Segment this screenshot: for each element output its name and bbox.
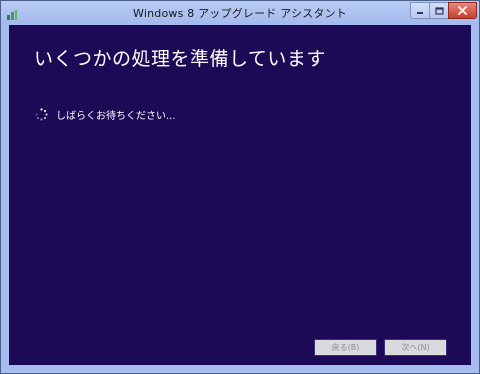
loading-spinner-icon [35, 106, 48, 121]
wizard-content: いくつかの処理を準備しています しばらくお待ちください... 戻る(B) 次へ(… [9, 25, 471, 365]
minimize-button[interactable] [410, 2, 430, 19]
title-bar[interactable]: Windows 8 アップグレード アシスタント [1, 1, 479, 25]
back-button[interactable]: 戻る(B) [314, 339, 377, 356]
status-message: しばらくお待ちください... [56, 111, 176, 122]
app-window: Windows 8 アップグレード アシスタント いくつかの処理を準備しています [0, 0, 480, 374]
page-title: いくつかの処理を準備しています [34, 48, 326, 70]
window-title: Windows 8 アップグレード アシスタント [133, 7, 347, 20]
maximize-button[interactable] [429, 2, 449, 19]
next-button[interactable]: 次へ(N) [384, 339, 447, 356]
minimize-icon [417, 11, 423, 14]
close-icon [458, 6, 467, 15]
maximize-icon [434, 6, 444, 15]
close-button[interactable] [448, 2, 477, 19]
